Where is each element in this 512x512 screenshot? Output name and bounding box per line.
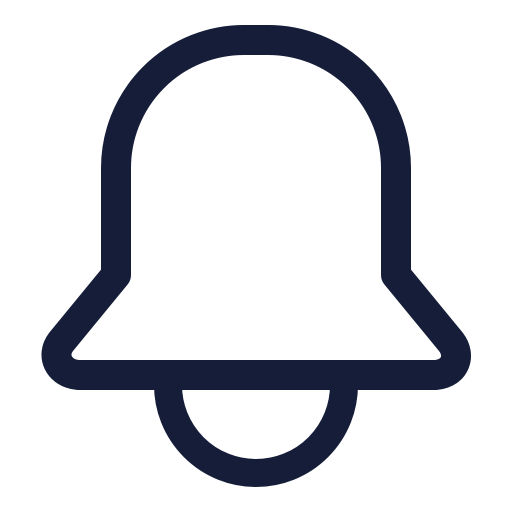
bell-body	[41, 25, 471, 390]
bell-icon	[41, 25, 471, 487]
icon-canvas	[0, 0, 512, 512]
bell-clapper	[154, 371, 358, 487]
